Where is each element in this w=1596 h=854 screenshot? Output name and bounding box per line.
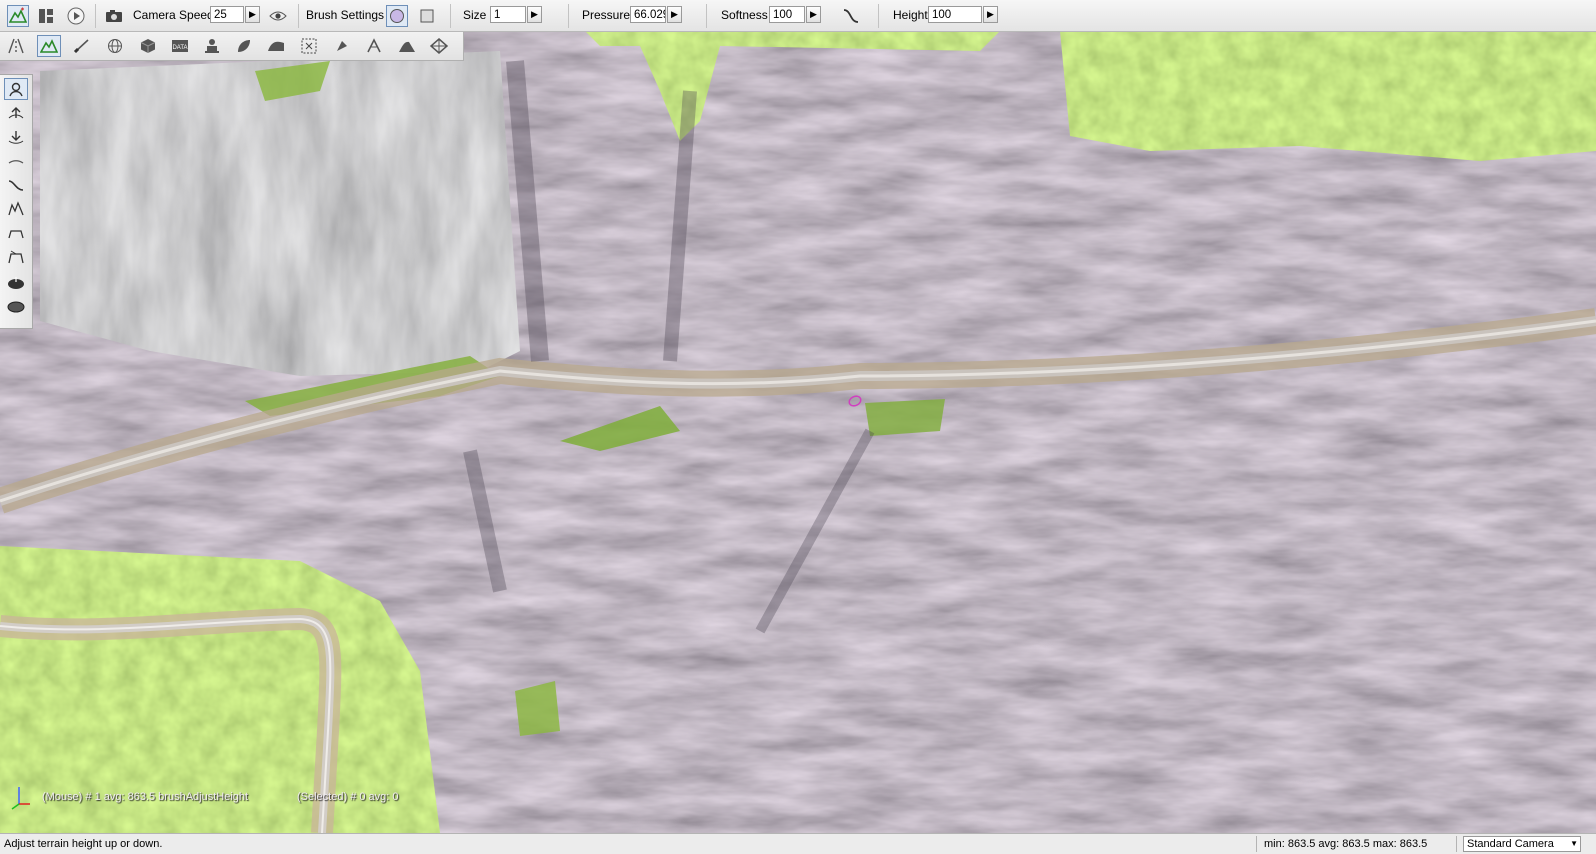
set-height-icon[interactable] [4, 246, 28, 268]
data-icon[interactable]: DATA [168, 35, 192, 57]
cube-icon[interactable] [136, 35, 160, 57]
terrain-render [0, 31, 1596, 833]
camera-icon[interactable] [103, 5, 125, 27]
brush-settings-label: Brush Settings [306, 8, 385, 22]
visibility-eye-icon[interactable] [267, 5, 289, 27]
brush-adjust-height-icon[interactable] [4, 78, 28, 100]
height-input[interactable]: 100 [928, 6, 982, 23]
height-stats: min: 863.5 avg: 863.5 max: 863.5 [1264, 838, 1428, 850]
square-brush-icon[interactable] [416, 5, 438, 27]
raise-height-icon[interactable] [4, 102, 28, 124]
paint-material-icon[interactable] [4, 272, 28, 294]
status-message: Adjust terrain height up or down. [4, 838, 163, 850]
noise-icon[interactable] [4, 198, 28, 220]
circle-brush-icon[interactable] [386, 5, 408, 27]
forest-icon[interactable] [362, 35, 386, 57]
camera-speed-arrow-button[interactable]: ▶ [245, 6, 260, 23]
flatten-icon[interactable] [4, 222, 28, 244]
world-editor-icon[interactable] [7, 5, 29, 27]
actor-icon[interactable] [200, 35, 224, 57]
ramp-icon[interactable] [395, 35, 419, 57]
selected-info-text: (Selected) # 0 avg: 0 [297, 791, 399, 803]
mesh-icon[interactable] [427, 35, 451, 57]
smooth-icon[interactable] [4, 150, 28, 172]
height-arrow-button[interactable]: ▶ [983, 6, 998, 23]
pressure-input[interactable]: 66.029 [630, 6, 666, 23]
size-input[interactable]: 1 [490, 6, 526, 23]
terrain-editor-icon[interactable] [37, 35, 61, 57]
slope-icon[interactable] [4, 174, 28, 196]
camera-speed-input[interactable]: 25 [210, 6, 244, 23]
terrain-viewport[interactable] [0, 31, 1596, 833]
road-icon[interactable] [4, 35, 28, 57]
terrain-tool-palette [0, 74, 33, 329]
camera-select[interactable]: Standard Camera ▼ [1463, 836, 1581, 852]
camera-select-value: Standard Camera [1467, 838, 1554, 850]
selection-box-icon[interactable] [297, 35, 321, 57]
play-game-icon[interactable] [65, 5, 87, 27]
height-label: Height [893, 8, 928, 22]
chevron-down-icon: ▼ [1570, 839, 1578, 848]
pressure-arrow-button[interactable]: ▶ [667, 6, 682, 23]
camera-speed-label: Camera Speed [133, 8, 214, 22]
gui-editor-icon[interactable] [35, 5, 57, 27]
editor-tools-row: DATA [0, 32, 464, 61]
status-bar: Adjust terrain height up or down. min: 8… [0, 833, 1596, 854]
pressure-label: Pressure [582, 8, 631, 22]
leaf-icon[interactable] [232, 35, 256, 57]
main-toolbar: Camera Speed 25 ▶ Brush Settings Size 1 … [0, 0, 1596, 32]
lower-height-icon[interactable] [4, 126, 28, 148]
clear-icon[interactable] [4, 296, 28, 318]
globe-icon[interactable] [103, 35, 127, 57]
wave-icon[interactable] [264, 35, 288, 57]
decal-icon[interactable] [330, 35, 354, 57]
softness-label: Softness [721, 8, 768, 22]
softness-curve-icon[interactable] [840, 5, 862, 27]
paint-brush-icon[interactable] [70, 35, 94, 57]
size-arrow-button[interactable]: ▶ [527, 6, 542, 23]
size-label: Size [463, 8, 487, 22]
softness-arrow-button[interactable]: ▶ [806, 6, 821, 23]
softness-input[interactable]: 100 [769, 6, 805, 23]
mouse-info-text: (Mouse) # 1 avg: 863.5 brushAdjustHeight [42, 791, 249, 803]
svg-text:DATA: DATA [172, 45, 187, 51]
